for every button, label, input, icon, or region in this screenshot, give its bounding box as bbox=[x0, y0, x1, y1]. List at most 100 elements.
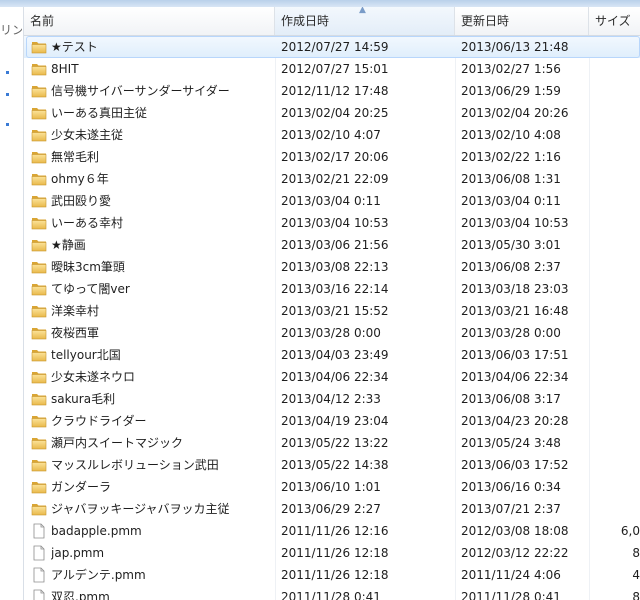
folder-icon bbox=[31, 240, 47, 252]
column-header-bar: 名前 ▲ 作成日時 更新日時 サイズ bbox=[24, 7, 640, 36]
nav-bullet-icon bbox=[6, 123, 9, 126]
folder-icon bbox=[31, 218, 47, 230]
item-modified-date: 2013/06/08 1:31 bbox=[461, 172, 561, 186]
folder-row[interactable]: sakura毛利 2013/04/12 2:33 2013/06/08 3:17 bbox=[24, 388, 640, 410]
folder-row[interactable]: いーある幸村 2013/03/04 10:53 2013/03/04 10:53 bbox=[24, 212, 640, 234]
item-modified-date: 2013/06/29 1:59 bbox=[461, 84, 561, 98]
item-name: sakura毛利 bbox=[51, 392, 116, 406]
item-modified-date: 2013/06/03 17:52 bbox=[461, 458, 569, 472]
column-header-created[interactable]: ▲ 作成日時 bbox=[275, 7, 455, 35]
item-name: badapple.pmm bbox=[51, 524, 142, 538]
item-created-date: 2013/04/19 23:04 bbox=[281, 414, 389, 428]
item-modified-date: 2013/05/30 3:01 bbox=[461, 238, 561, 252]
item-name: jap.pmm bbox=[51, 546, 105, 560]
item-modified-date: 2011/11/24 4:06 bbox=[461, 568, 561, 582]
folder-icon bbox=[31, 108, 47, 120]
item-size: 6,0 bbox=[620, 524, 640, 538]
item-name: 少女未遂主従 bbox=[51, 128, 124, 142]
folder-icon bbox=[31, 152, 47, 164]
folder-row[interactable]: tellyour北国 2013/04/03 23:49 2013/06/03 17:… bbox=[24, 344, 640, 366]
item-name: 夜桜西軍 bbox=[51, 326, 100, 340]
folder-row[interactable]: 夜桜西軍 2013/03/28 0:00 2013/03/28 0:00 bbox=[24, 322, 640, 344]
item-name: てゆって闇ver bbox=[51, 282, 130, 296]
item-created-date: 2013/03/08 22:13 bbox=[281, 260, 389, 274]
item-name: 瀬戸内スイートマジック bbox=[51, 436, 184, 450]
file-row[interactable]: badapple.pmm 2011/11/26 12:16 2012/03/08 1… bbox=[24, 520, 640, 542]
column-header-size-label: サイズ bbox=[595, 14, 631, 28]
folder-row[interactable]: マッスルレボリューション武田 2013/05/22 14:38 2013/06/03… bbox=[24, 454, 640, 476]
item-modified-date: 2013/03/28 0:00 bbox=[461, 326, 561, 340]
item-created-date: 2011/11/26 12:18 bbox=[281, 568, 389, 582]
file-row[interactable]: 双忍.pmm 2011/11/28 0:41 2011/11/28 0:41 8 bbox=[24, 586, 640, 600]
item-modified-date: 2013/02/04 20:26 bbox=[461, 106, 569, 120]
folder-row[interactable]: 曖昧3cm筆頭 2013/03/08 22:13 2013/06/08 2:37 bbox=[24, 256, 640, 278]
column-header-size[interactable]: サイズ bbox=[589, 7, 640, 35]
folder-row[interactable]: いーある真田主従 2013/02/04 20:25 2013/02/04 20:26 bbox=[24, 102, 640, 124]
item-modified-date: 2013/06/13 21:48 bbox=[461, 40, 569, 54]
item-modified-date: 2013/04/06 22:34 bbox=[461, 370, 569, 384]
folder-icon bbox=[31, 42, 47, 54]
folder-row[interactable]: 8HIT 2012/07/27 15:01 2013/02/27 1:56 bbox=[24, 58, 640, 80]
folder-row[interactable]: ジャバヲッキージャバヲッカ主従 2013/06/29 2:27 2013/07/21… bbox=[24, 498, 640, 520]
item-modified-date: 2013/02/27 1:56 bbox=[461, 62, 561, 76]
item-created-date: 2012/11/12 17:48 bbox=[281, 84, 389, 98]
folder-row[interactable]: 信号機サイバーサンダーサイダー 2012/11/12 17:48 2013/06/2… bbox=[24, 80, 640, 102]
folder-row[interactable]: ohmy６年 2013/02/21 22:09 2013/06/08 1:31 bbox=[24, 168, 640, 190]
item-name: ★テスト bbox=[51, 40, 98, 54]
folder-row[interactable]: 少女未遂主従 2013/02/10 4:07 2013/02/10 4:08 bbox=[24, 124, 640, 146]
item-modified-date: 2013/06/16 0:34 bbox=[461, 480, 561, 494]
folder-row[interactable]: てゆって闇ver 2013/03/16 22:14 2013/03/18 23:03 bbox=[24, 278, 640, 300]
item-created-date: 2012/07/27 15:01 bbox=[281, 62, 389, 76]
folder-row[interactable]: 洋楽幸村 2013/03/21 15:52 2013/03/21 16:48 bbox=[24, 300, 640, 322]
column-header-created-label: 作成日時 bbox=[281, 14, 330, 28]
nav-bullet-icon bbox=[6, 93, 9, 96]
folder-icon bbox=[31, 328, 47, 340]
column-header-modified[interactable]: 更新日時 bbox=[455, 7, 589, 35]
item-modified-date: 2013/04/23 20:28 bbox=[461, 414, 569, 428]
item-modified-date: 2013/05/24 3:48 bbox=[461, 436, 561, 450]
nav-label[interactable]: リン bbox=[0, 21, 22, 37]
folder-icon bbox=[31, 482, 47, 494]
item-modified-date: 2013/03/21 16:48 bbox=[461, 304, 569, 318]
folder-row[interactable]: ガンダーラ 2013/06/10 1:01 2013/06/16 0:34 bbox=[24, 476, 640, 498]
item-created-date: 2013/05/22 13:22 bbox=[281, 436, 389, 450]
folder-row[interactable]: ★静画 2013/03/06 21:56 2013/05/30 3:01 bbox=[24, 234, 640, 256]
item-name: 双忍.pmm bbox=[51, 590, 110, 600]
file-row[interactable]: アルデンテ.pmm 2011/11/26 12:18 2011/11/24 4:06… bbox=[24, 564, 640, 586]
item-name: ★静画 bbox=[51, 238, 86, 252]
column-header-modified-label: 更新日時 bbox=[461, 14, 510, 28]
item-name: ohmy６年 bbox=[51, 172, 109, 186]
item-name: ジャバヲッキージャバヲッカ主従 bbox=[51, 502, 230, 516]
folder-row[interactable]: 無常毛利 2013/02/17 20:06 2013/02/22 1:16 bbox=[24, 146, 640, 168]
file-row[interactable]: jap.pmm 2011/11/26 12:18 2012/03/12 22:22 8 bbox=[24, 542, 640, 564]
item-created-date: 2013/02/21 22:09 bbox=[281, 172, 389, 186]
folder-icon bbox=[31, 416, 47, 428]
column-header-name[interactable]: 名前 bbox=[24, 7, 275, 35]
folder-row[interactable]: ★テスト 2012/07/27 14:59 2013/06/13 21:48 bbox=[24, 36, 640, 58]
folder-icon bbox=[31, 86, 47, 98]
item-created-date: 2011/11/26 12:16 bbox=[281, 524, 389, 538]
window-top-bar bbox=[0, 0, 640, 7]
item-modified-date: 2011/11/28 0:41 bbox=[461, 590, 561, 600]
folder-icon bbox=[31, 196, 47, 208]
folder-row[interactable]: 少女未遂ネウロ 2013/04/06 22:34 2013/04/06 22:34 bbox=[24, 366, 640, 388]
item-created-date: 2013/04/06 22:34 bbox=[281, 370, 389, 384]
item-modified-date: 2013/07/21 2:37 bbox=[461, 502, 561, 516]
item-created-date: 2013/03/04 0:11 bbox=[281, 194, 381, 208]
item-created-date: 2013/03/21 15:52 bbox=[281, 304, 389, 318]
folder-icon bbox=[31, 262, 47, 274]
folder-icon bbox=[31, 130, 47, 142]
item-modified-date: 2012/03/08 18:08 bbox=[461, 524, 569, 538]
folder-icon bbox=[31, 306, 47, 318]
folder-row[interactable]: 瀬戸内スイートマジック 2013/05/22 13:22 2013/05/24 3:… bbox=[24, 432, 640, 454]
column-header-name-label: 名前 bbox=[30, 14, 55, 28]
item-modified-date: 2013/06/03 17:51 bbox=[461, 348, 569, 362]
item-created-date: 2013/05/22 14:38 bbox=[281, 458, 389, 472]
navigation-pane[interactable]: リン bbox=[0, 7, 24, 600]
file-icon bbox=[33, 567, 45, 583]
folder-row[interactable]: クラウドライダー 2013/04/19 23:04 2013/04/23 20:28 bbox=[24, 410, 640, 432]
folder-row[interactable]: 武田殴り愛 2013/03/04 0:11 2013/03/04 0:11 bbox=[24, 190, 640, 212]
item-name: いーある幸村 bbox=[51, 216, 124, 230]
item-created-date: 2013/03/16 22:14 bbox=[281, 282, 389, 296]
item-name: 曖昧3cm筆頭 bbox=[51, 260, 125, 274]
